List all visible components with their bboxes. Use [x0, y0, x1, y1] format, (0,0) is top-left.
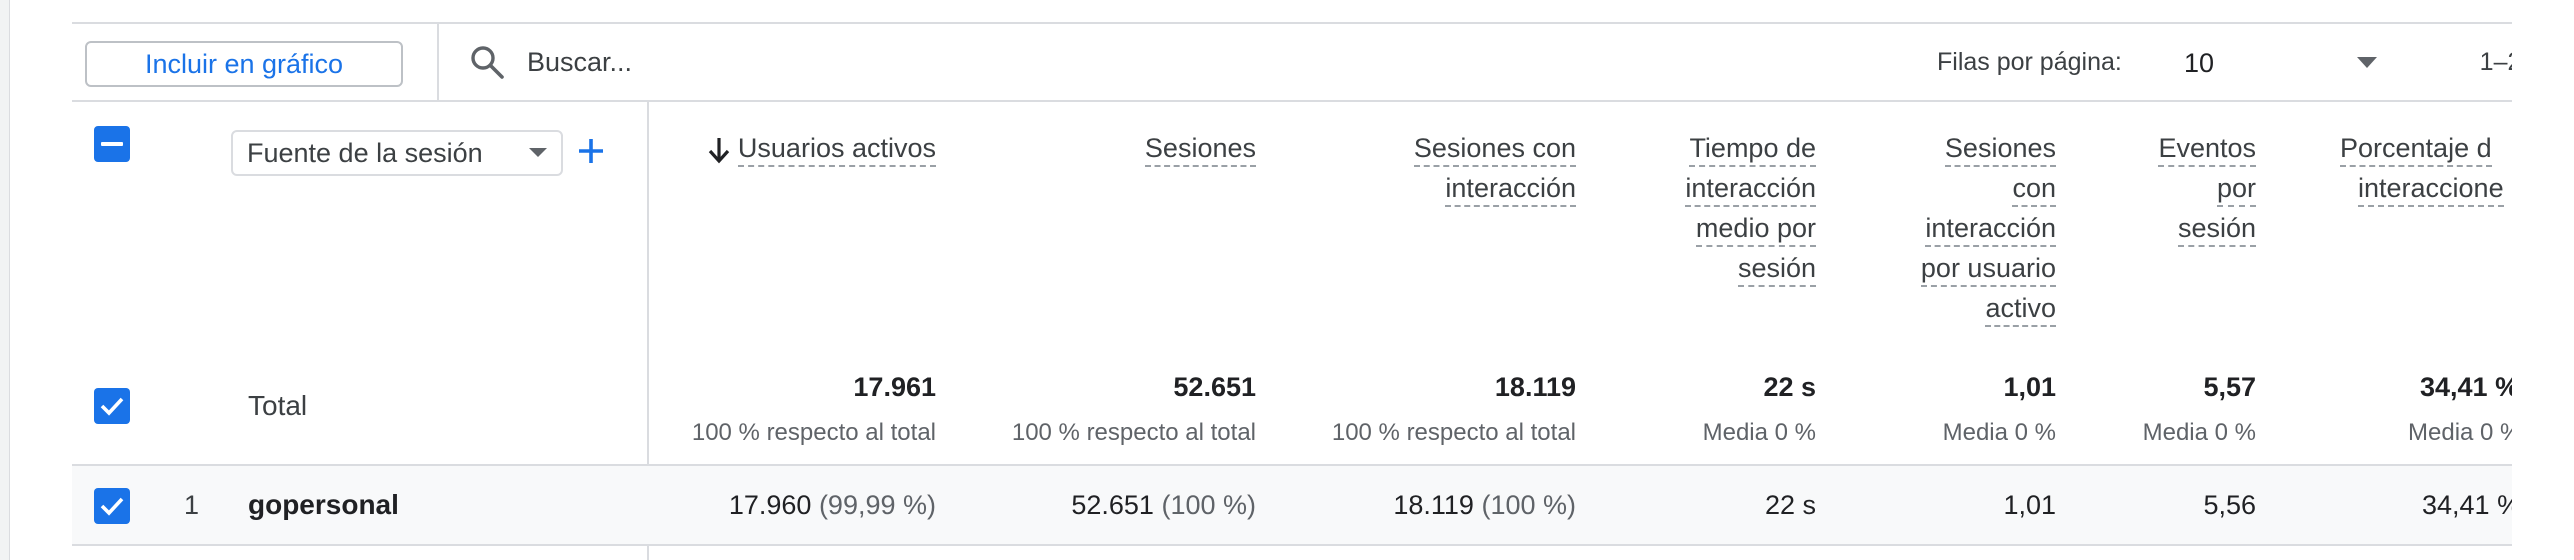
total-subtext: Media 0 % [2408, 419, 2522, 446]
row-value-engagement-rate: 34,41 % [2422, 490, 2522, 520]
column-header-events-per-session[interactable]: Eventos por sesión [2096, 128, 2256, 248]
minus-icon [101, 142, 123, 146]
row-dimension-value: gopersonal [248, 489, 399, 520]
row-checkbox[interactable] [94, 488, 130, 524]
column-header-label: interacción [1685, 173, 1816, 207]
total-value-active-users: 17.961 [853, 372, 936, 402]
column-header-label: medio por [1695, 213, 1816, 247]
column-header-label: interacción [1445, 173, 1576, 207]
column-header-label: interaccione [2358, 173, 2504, 207]
total-value-engagement-rate: 34,41 % [2420, 372, 2520, 402]
row-index: 1 [184, 490, 200, 520]
total-subtext: 100 % respecto al total [691, 419, 936, 446]
total-subtext: Media 0 % [2142, 419, 2256, 446]
cell-value: 17.960 [728, 490, 812, 520]
column-header-label: por [2216, 173, 2256, 207]
row-value-sessions: 52.651 (100 %) [1071, 490, 1256, 521]
rows-per-page-label: Filas por página: [1937, 48, 2122, 76]
total-subtext: 100 % respecto al total [1011, 419, 1256, 446]
column-header-engaged-sessions-per-user[interactable]: Sesiones con interacción por usuario act… [1856, 128, 2056, 328]
column-header-label: Sesiones [1944, 133, 2056, 167]
total-subtext: Media 0 % [1942, 419, 2056, 446]
column-header-label: Tiempo de [1689, 133, 1816, 167]
panel-left-edge [0, 0, 10, 560]
caret-down-icon [529, 148, 547, 157]
row-value-engaged-sessions: 18.119 (100 %) [1393, 490, 1576, 521]
cell-percent: (100 %) [1161, 490, 1256, 520]
total-subtext: 100 % respecto al total [1331, 419, 1576, 446]
check-icon [100, 397, 124, 416]
column-header-sessions[interactable]: Sesiones [996, 128, 1256, 168]
column-header-engaged-sessions[interactable]: Sesiones con interacción [1316, 128, 1576, 208]
toolbar-divider [437, 24, 439, 102]
cell-value: 52.651 [1071, 490, 1154, 520]
dimension-select-label: Fuente de la sesión [247, 137, 483, 168]
cell-value: 18.119 [1393, 490, 1474, 520]
cell-percent: (100 %) [1481, 490, 1576, 520]
column-header-label: interacción [1925, 213, 2056, 247]
plus-icon [579, 139, 603, 163]
row-value-avg-engagement-time: 22 s [1764, 490, 1816, 520]
total-value-engaged-sessions: 18.119 [1494, 372, 1576, 402]
add-dimension-button[interactable] [573, 133, 609, 169]
total-value-avg-engagement-time: 22 s [1763, 372, 1816, 402]
total-subtext: Media 0 % [1702, 419, 1816, 446]
column-header-avg-engagement-time[interactable]: Tiempo de interacción medio por sesión [1616, 128, 1816, 288]
totals-checkbox[interactable] [94, 388, 130, 424]
rows-per-page-select[interactable]: 10 [2172, 42, 2387, 84]
column-header-label: Sesiones con [1413, 133, 1576, 167]
check-icon [100, 497, 124, 516]
row-value-engaged-sessions-per-user: 1,01 [2003, 490, 2056, 520]
total-value-events-per-session: 5,57 [2203, 372, 2256, 402]
search-input[interactable] [527, 38, 1227, 86]
column-header-label: Eventos [2158, 133, 2256, 167]
column-header-label: por usuario [1920, 253, 2056, 287]
column-header-label: sesión [1737, 253, 1816, 287]
select-all-checkbox[interactable] [94, 126, 130, 162]
table-clip-edge [2512, 22, 2574, 560]
arrow-down-icon [708, 137, 730, 164]
column-header-label: con [2012, 173, 2056, 207]
total-value-engaged-sessions-per-user: 1,01 [2003, 372, 2056, 402]
column-header-label: Usuarios activos [737, 133, 936, 167]
table-row[interactable] [72, 464, 2512, 546]
row-value-events-per-session: 5,56 [2203, 490, 2256, 520]
rows-per-page-value: 10 [2184, 47, 2215, 78]
cell-percent: (99,99 %) [818, 490, 936, 520]
dimension-select[interactable]: Fuente de la sesión [231, 130, 563, 176]
column-header-label: Porcentaje d [2340, 133, 2492, 167]
search-icon [471, 46, 504, 79]
total-value-sessions: 52.651 [1173, 372, 1256, 402]
caret-down-icon [2352, 42, 2382, 84]
include-in-chart-button[interactable]: Incluir en gráfico [85, 41, 403, 87]
row-value-active-users: 17.960 (99,99 %) [729, 490, 936, 521]
column-header-active-users[interactable]: Usuarios activos [636, 128, 936, 168]
totals-label: Total [248, 390, 308, 421]
table-toolbar: Incluir en gráfico Filas por página: 10 … [72, 24, 2574, 102]
column-header-label: activo [1985, 293, 2056, 327]
column-header-label: Sesiones [1144, 133, 1256, 167]
column-header-label: sesión [2177, 213, 2256, 247]
